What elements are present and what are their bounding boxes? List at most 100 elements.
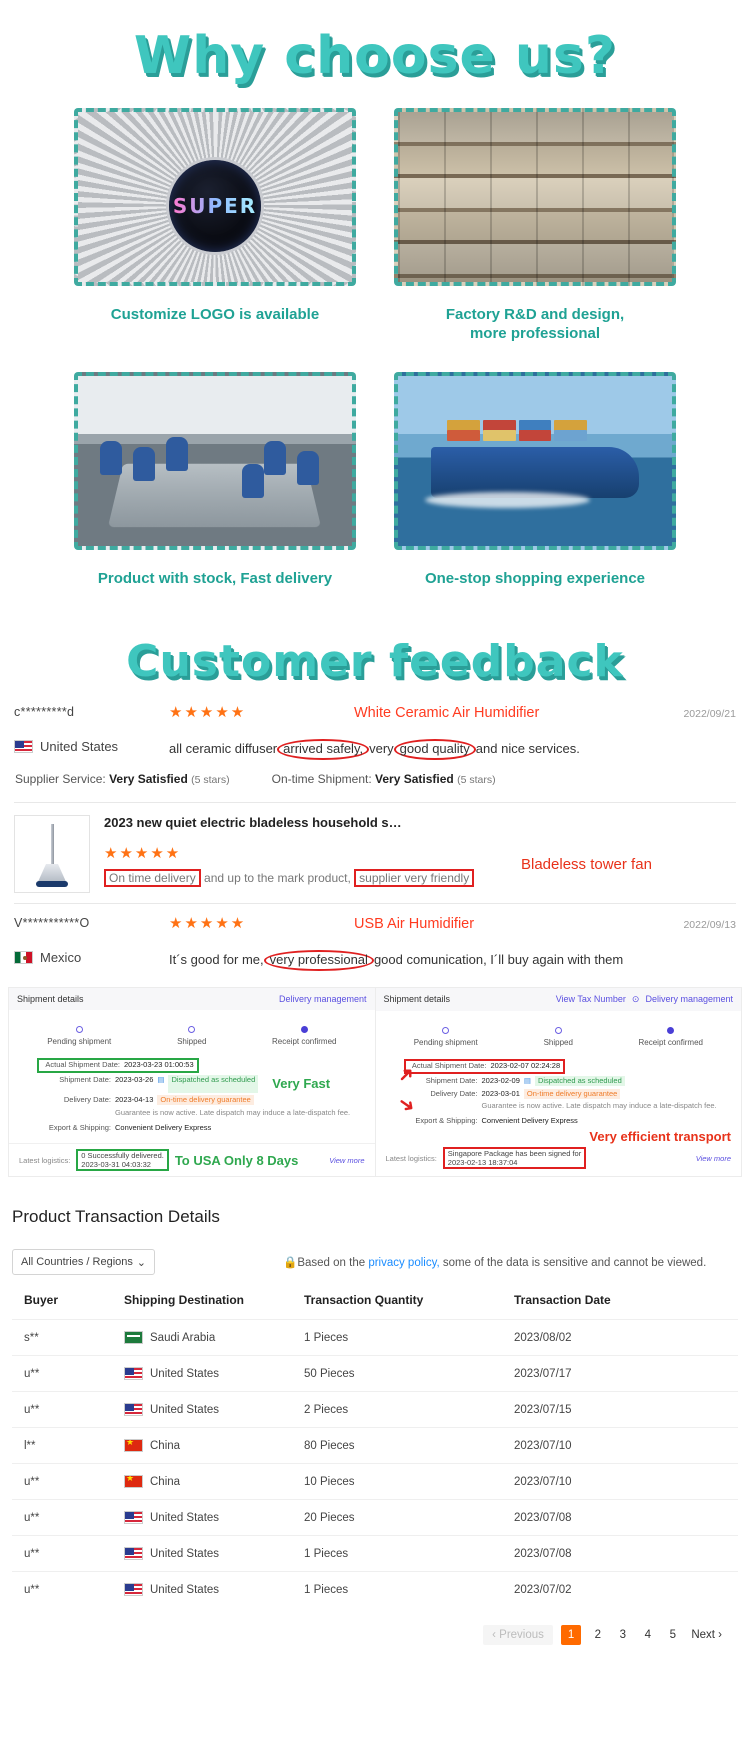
step-pending: Pending shipment (390, 1023, 503, 1047)
cell-buyer: u** (12, 1572, 124, 1608)
buyer-name: V***********O (14, 916, 169, 930)
divider (14, 903, 736, 904)
transaction-toolbar: All Countries / Regions ⌄ 🔒Based on the … (12, 1249, 738, 1275)
review-buyer: V***********O Mexico (14, 916, 169, 965)
shipment-title: Shipment details (17, 994, 84, 1004)
cell-date: 2023/07/17 (514, 1356, 738, 1392)
page-button-5[interactable]: 5 (664, 1629, 681, 1641)
product-name[interactable]: 2023 new quiet electric bladeless househ… (104, 815, 736, 830)
fan-with-logo-photo: SUPER (74, 108, 356, 286)
annotation-very-efficient-transport: Very efficient transport (386, 1129, 732, 1144)
cell-destination: United States (124, 1392, 304, 1428)
delivery-management-link[interactable]: Delivery management (645, 994, 733, 1004)
help-circle-icon[interactable]: ⊙ (632, 994, 640, 1005)
actual-shipment-date-value: 2023-02-07 02:24:28 (491, 1061, 561, 1071)
annotation-bladeless-tower-fan: Bladeless tower fan (521, 856, 736, 887)
rating-stars: ★★★★★ (169, 705, 354, 720)
destination-label: China (150, 1476, 180, 1488)
cell-quantity: 1 Pieces (304, 1320, 514, 1356)
destination-label: United States (150, 1404, 219, 1416)
export-shipping-label: Export & Shipping: (19, 1123, 111, 1133)
country-label: United States (40, 739, 118, 754)
cell-destination: United States (124, 1356, 304, 1392)
export-shipping-row: Export & Shipping: Convenient Delivery E… (386, 1116, 732, 1126)
cell-date: 2023/07/08 (514, 1500, 738, 1536)
transactions-table: Buyer Shipping Destination Transaction Q… (12, 1293, 738, 1607)
transactions-table-body: s** Saudi Arabia 1 Pieces 2023/08/02 u** Unit… (12, 1320, 738, 1608)
col-buyer: Buyer (12, 1293, 124, 1320)
shipment-header: Shipment details View Tax Number ⊙ Deliv… (376, 988, 742, 1011)
ship-hull-shape (431, 447, 639, 498)
shipment-progress: Pending shipment Shipped Receipt confirm… (376, 1011, 742, 1051)
cell-date: 2023/07/10 (514, 1428, 738, 1464)
actual-shipment-date-label: Actual Shipment Date: (42, 1060, 120, 1070)
review-item: V***********O Mexico ★★★★★ USB Air Humid… (14, 916, 736, 971)
export-shipping-row: Export & Shipping: Convenient Delivery E… (19, 1123, 365, 1133)
cell-buyer: u** (12, 1464, 124, 1500)
super-logo-text: SUPER (173, 194, 257, 218)
feature-grid: SUPER Customize LOGO is available Factor… (0, 108, 750, 614)
pagination: ‹ Previous 1 2 3 4 5 Next › (12, 1625, 738, 1645)
table-row: u** United States 20 Pieces 2023/07/08 (12, 1500, 738, 1536)
cell-destination: United States (124, 1536, 304, 1572)
review-product-title: USB Air Humidifier (354, 916, 683, 932)
review-text-1: all ceramic diffuser (169, 741, 277, 756)
cn-flag-icon (124, 1475, 143, 1488)
review-content: ★★★★★ USB Air Humidifier 2022/09/13 It´s… (169, 916, 736, 971)
view-more-link[interactable]: View more (329, 1156, 364, 1165)
step-shipped: Shipped (502, 1023, 615, 1047)
step-label: Receipt confirmed (272, 1037, 336, 1046)
view-more-link[interactable]: View more (696, 1154, 731, 1163)
col-destination: Shipping Destination (124, 1293, 304, 1320)
latest-logistics-row: Latest logistics: 0 Successfully deliver… (9, 1143, 375, 1176)
delivery-date-value: 2023-04-13 (115, 1095, 153, 1105)
privacy-notice: 🔒Based on the privacy policy, some of th… (283, 1255, 706, 1269)
dispatch-status-tag: Dispatched as scheduled (535, 1076, 625, 1086)
review-date: 2022/09/21 (683, 705, 736, 720)
step-pending: Pending shipment (23, 1022, 136, 1046)
delivery-date-row: Delivery Date: 2023-04-13 On-time delive… (19, 1095, 365, 1105)
privacy-policy-link[interactable]: privacy policy, (368, 1257, 439, 1269)
destination-label: Saudi Arabia (150, 1332, 215, 1344)
page-title-why-choose-us: Why choose us? (0, 0, 750, 86)
buyer-country: United States (14, 739, 169, 754)
cell-quantity: 80 Pieces (304, 1428, 514, 1464)
feature-caption: Customize LOGO is available (74, 306, 356, 350)
ontime-guarantee-tag: On-time delivery guarantee (524, 1089, 620, 1099)
reviews-list: c*********d United States ★★★★★ White Ce… (0, 705, 750, 971)
page-button-4[interactable]: 4 (639, 1629, 656, 1641)
page-button-2[interactable]: 2 (589, 1629, 606, 1641)
privacy-suffix: some of the data is sensitive and cannot… (440, 1257, 707, 1269)
feature-caption: Product with stock, Fast delivery (74, 570, 356, 614)
page-button-1[interactable]: 1 (561, 1625, 581, 1645)
next-page-button[interactable]: Next › (689, 1625, 724, 1645)
view-tax-number-link[interactable]: View Tax Number (556, 994, 626, 1004)
cell-buyer: s** (12, 1320, 124, 1356)
cell-date: 2023/07/15 (514, 1392, 738, 1428)
container-ship-photo (394, 372, 676, 550)
shipment-card-right: Shipment details View Tax Number ⊙ Deliv… (376, 987, 743, 1178)
delivery-management-link[interactable]: Delivery management (279, 994, 367, 1004)
cell-quantity: 1 Pieces (304, 1536, 514, 1572)
cell-quantity: 2 Pieces (304, 1392, 514, 1428)
feature-item-stock: Product with stock, Fast delivery (74, 372, 356, 614)
review-product-title: White Ceramic Air Humidifier (354, 705, 683, 721)
shipment-title: Shipment details (384, 994, 451, 1004)
table-row: u** United States 50 Pieces 2023/07/17 (12, 1356, 738, 1392)
review-body: On time delivery and up to the mark prod… (104, 869, 521, 887)
supplier-service-stars: (5 stars) (191, 774, 230, 786)
rating-stars: ★★★★★ (104, 846, 521, 861)
shipment-fields: Actual Shipment Date: 2023-03-23 01:00:5… (9, 1050, 375, 1140)
country-filter-select[interactable]: All Countries / Regions ⌄ (12, 1249, 155, 1275)
delivery-date-row: Delivery Date: 2023-03-01 On-time delive… (386, 1089, 732, 1099)
product-thumbnail[interactable] (14, 815, 90, 893)
shipment-date-row: Shipment Date: 2023-03-26 ▤ Dispatched a… (19, 1075, 365, 1093)
review-item: 2023 new quiet electric bladeless househ… (14, 815, 736, 893)
us-flag-icon (124, 1403, 143, 1416)
logistics-status: 0 Successfully delivered. (81, 1151, 164, 1160)
previous-page-button[interactable]: ‹ Previous (483, 1625, 553, 1645)
page-button-3[interactable]: 3 (614, 1629, 631, 1641)
review-highlight-1: arrived safely, (277, 739, 369, 760)
step-label: Pending shipment (47, 1037, 111, 1046)
table-row: l** China 80 Pieces2023/07/10 (12, 1428, 738, 1464)
